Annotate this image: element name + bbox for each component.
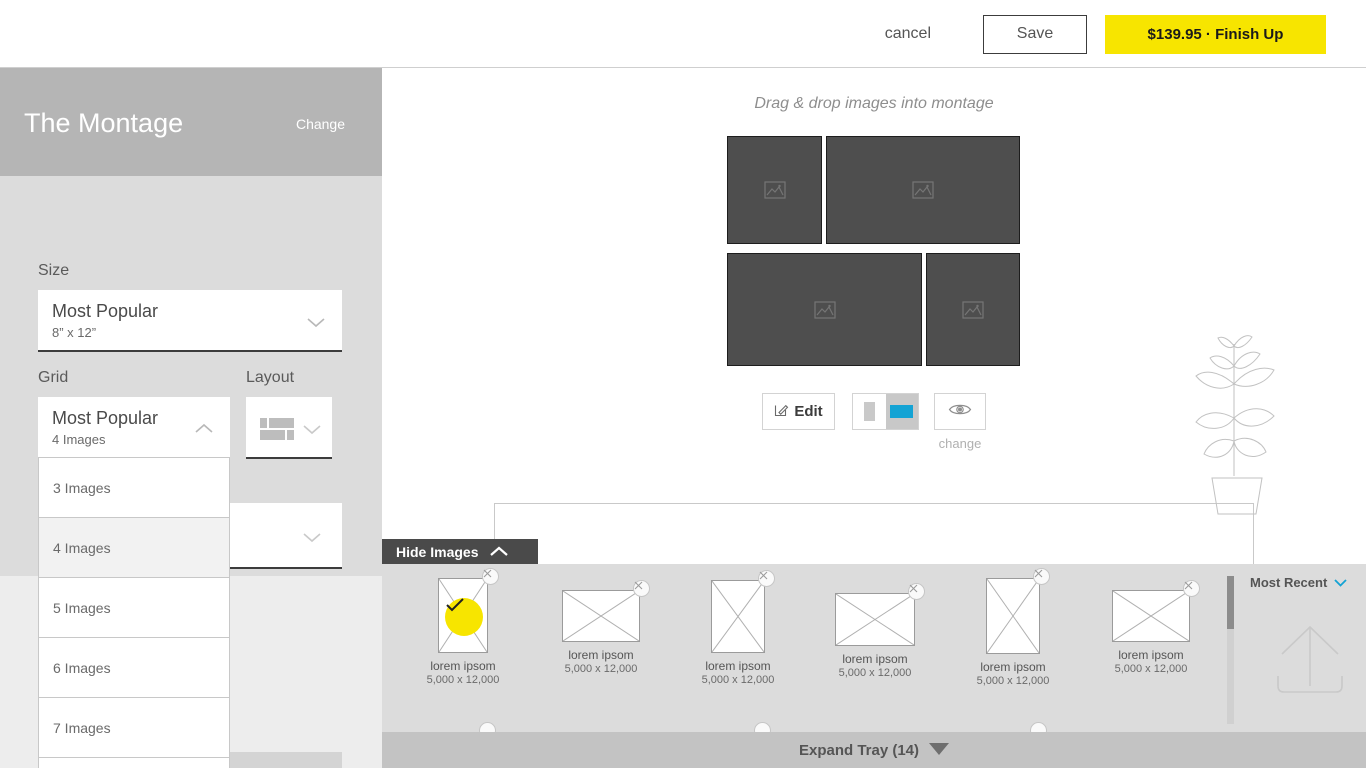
thumbnail-name: lorem ipsom — [705, 659, 771, 673]
chevron-down-icon — [306, 316, 326, 328]
orientation-toggle-group[interactable] — [852, 393, 919, 430]
chevron-down-icon — [1334, 575, 1347, 590]
remove-image-icon[interactable] — [1033, 568, 1050, 585]
grid-option-8[interactable]: 8 Images — [39, 758, 229, 768]
grid-option-5[interactable]: 5 Images — [39, 578, 229, 638]
size-select[interactable]: Most Popular 8” x 12” — [38, 290, 342, 352]
tray-item[interactable]: lorem ipsom 5,000 x 12,000 — [816, 583, 934, 679]
edit-button[interactable]: Edit — [762, 393, 835, 430]
remove-image-icon[interactable] — [633, 580, 650, 597]
chevron-up-icon — [490, 544, 509, 560]
thumbnail-image[interactable] — [438, 568, 499, 653]
size-label: Size — [38, 262, 70, 279]
thumbnail-name: lorem ipsom — [568, 648, 634, 662]
change-product-link[interactable]: Change — [296, 116, 345, 132]
sidebar-finish-up-button[interactable]: Up — [229, 752, 342, 768]
chevron-down-icon — [302, 531, 322, 543]
tray-scrollbar-thumb[interactable] — [1227, 576, 1234, 629]
thumbnail-dimensions: 5,000 x 12,000 — [976, 675, 1050, 687]
thumbnail-dimensions: 5,000 x 12,000 — [426, 674, 500, 686]
secondary-select[interactable] — [229, 503, 342, 569]
montage-tile-1[interactable] — [727, 136, 822, 244]
upload-arrow-icon — [1268, 620, 1352, 703]
orientation-landscape-button[interactable] — [885, 394, 918, 429]
size-value: Most Popular — [52, 301, 159, 321]
sidebar: The Montage Change Size Most Popular 8” … — [0, 68, 382, 768]
tray-scrollbar[interactable] — [1227, 576, 1234, 724]
expand-tray-label: Expand Tray (14) — [798, 741, 920, 759]
app-root: cancel Save $139.95 · Finish Up The Mont… — [0, 0, 1366, 768]
change-background-caption: change — [938, 436, 982, 451]
thumbnail-image[interactable] — [835, 583, 925, 646]
top-bar: cancel Save $139.95 · Finish Up — [0, 0, 1366, 68]
edit-button-label: Edit — [794, 403, 823, 420]
remove-image-icon[interactable] — [908, 583, 925, 600]
sort-order-select[interactable]: Most Recent — [1250, 575, 1347, 590]
drag-drop-hint: Drag & drop images into montage — [754, 95, 994, 112]
portrait-swatch-icon — [863, 402, 875, 421]
montage-tile-3[interactable] — [727, 253, 922, 366]
thumbnail-image[interactable] — [562, 580, 650, 642]
thumbnail-name: lorem ipsom — [1118, 648, 1184, 662]
thumbnail-image[interactable] — [711, 570, 775, 653]
landscape-swatch-icon — [890, 405, 914, 418]
cancel-button[interactable]: cancel — [885, 25, 931, 43]
thumbnail-dimensions: 5,000 x 12,000 — [838, 667, 912, 679]
layout-preview-icon — [260, 418, 294, 440]
grid-option-3[interactable]: 3 Images — [39, 458, 229, 518]
thumbnail-image[interactable] — [1112, 580, 1200, 642]
tray-item[interactable]: lorem ipsom 5,000 x 12,000 — [954, 568, 1072, 687]
page-title: The Montage — [24, 108, 184, 138]
thumbnail-name: lorem ipsom — [980, 660, 1046, 674]
sort-order-label: Most Recent — [1250, 575, 1328, 590]
change-background-button[interactable] — [934, 393, 986, 430]
tray-item[interactable]: lorem ipsom 5,000 x 12,000 — [1092, 580, 1210, 675]
remove-image-icon[interactable] — [1183, 580, 1200, 597]
grid-option-4[interactable]: 4 Images — [39, 518, 229, 578]
montage-tile-4[interactable] — [926, 253, 1020, 366]
remove-image-icon[interactable] — [482, 568, 499, 585]
thumbnail-dimensions: 5,000 x 12,000 — [1114, 663, 1188, 675]
tray-item[interactable]: lorem ipsom 5,000 x 12,000 — [404, 568, 522, 686]
chevron-down-icon — [302, 423, 322, 435]
grid-option-7[interactable]: 7 Images — [39, 698, 229, 758]
hide-images-label: Hide Images — [396, 543, 479, 560]
tray-thumbnail-strip: lorem ipsom 5,000 x 12,000 lorem ipsom 5… — [382, 564, 1227, 739]
remove-image-icon[interactable] — [758, 570, 775, 587]
triangle-down-icon — [929, 742, 950, 759]
thumbnail-dimensions: 5,000 x 12,000 — [564, 663, 638, 675]
potted-plant-illustration — [1182, 326, 1292, 526]
finish-up-button[interactable]: $139.95 · Finish Up — [1105, 14, 1326, 54]
tray-item[interactable]: lorem ipsom 5,000 x 12,000 — [679, 570, 797, 686]
grid-dropdown-list[interactable]: 3 Images 4 Images 5 Images 6 Images 7 Im… — [38, 457, 230, 768]
size-sub: 8” x 12” — [52, 325, 97, 340]
sidebar-header: The Montage Change — [0, 68, 382, 176]
pencil-edit-icon — [774, 402, 789, 421]
save-button[interactable]: Save — [983, 14, 1087, 54]
thumbnail-image[interactable] — [986, 568, 1050, 654]
tray-item[interactable]: lorem ipsom 5,000 x 12,000 — [542, 580, 660, 675]
thumbnail-name: lorem ipsom — [842, 652, 908, 666]
hide-images-tab[interactable]: Hide Images — [382, 539, 538, 564]
layout-label: Layout — [246, 369, 295, 386]
expand-tray-bar[interactable]: Expand Tray (14) — [382, 732, 1366, 768]
thumbnail-name: lorem ipsom — [430, 659, 496, 673]
eye-icon — [948, 402, 972, 422]
thumbnail-dimensions: 5,000 x 12,000 — [701, 674, 775, 686]
grid-label: Grid — [38, 369, 69, 386]
upload-images-button[interactable] — [1254, 606, 1366, 716]
orientation-portrait-button[interactable] — [853, 394, 886, 429]
selected-check-icon — [445, 598, 483, 636]
montage-tile-2[interactable] — [826, 136, 1020, 244]
grid-option-6[interactable]: 6 Images — [39, 638, 229, 698]
montage-grid[interactable] — [727, 136, 1020, 366]
image-tray: lorem ipsom 5,000 x 12,000 lorem ipsom 5… — [382, 564, 1366, 739]
grid-select[interactable]: Most Popular 4 Images — [38, 397, 230, 459]
layout-select[interactable] — [246, 397, 332, 459]
chevron-up-icon — [194, 423, 214, 435]
